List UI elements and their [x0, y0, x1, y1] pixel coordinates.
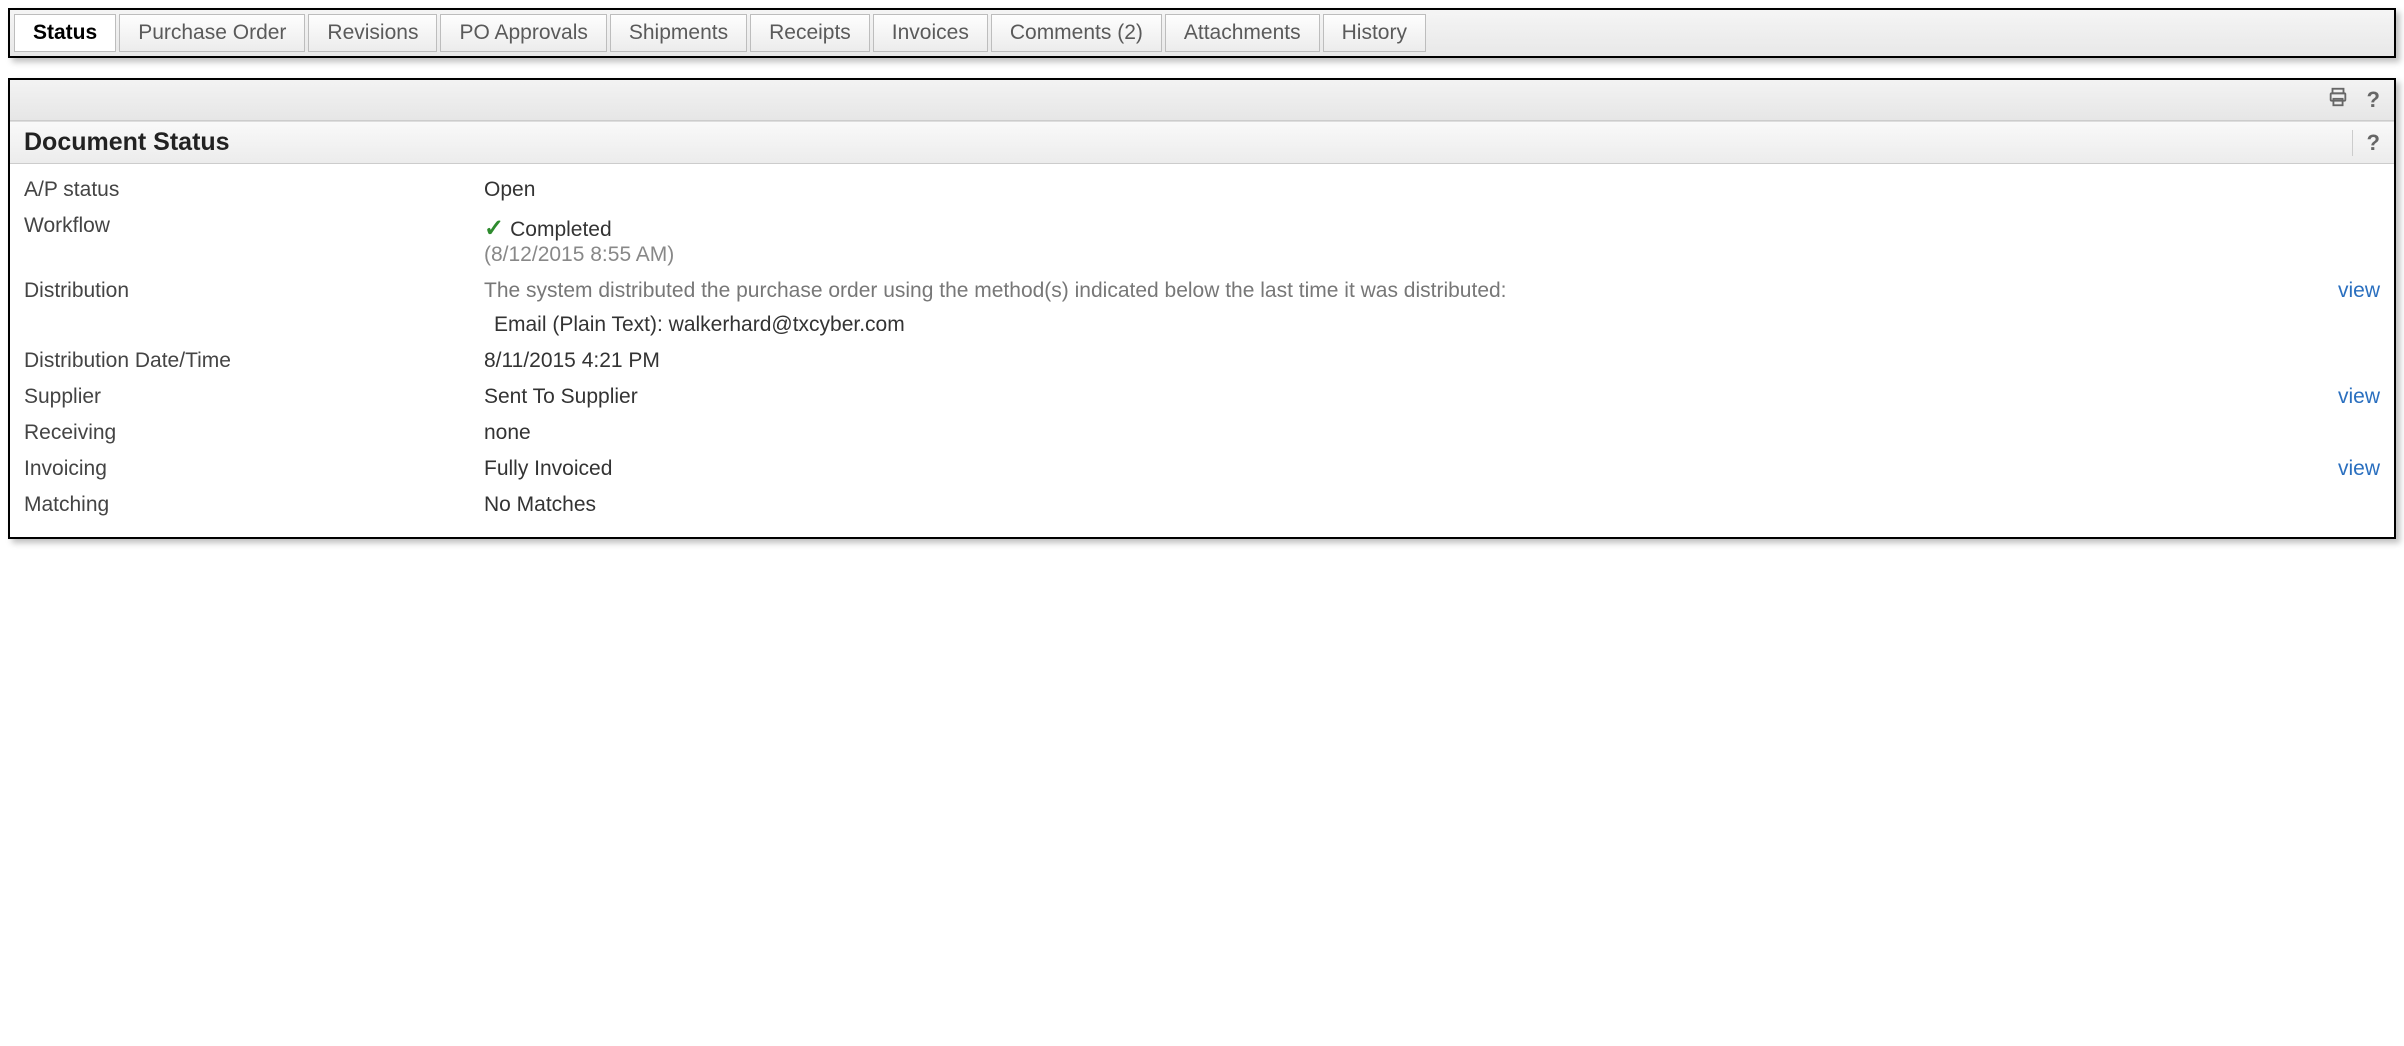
tab-attachments[interactable]: Attachments [1165, 14, 1320, 52]
distribution-method: Email (Plain Text): walkerhard@txcyber.c… [484, 313, 2320, 337]
workflow-timestamp: (8/12/2015 8:55 AM) [484, 243, 674, 266]
value-distribution: The system distributed the purchase orde… [484, 279, 2320, 337]
section-title: Document Status [24, 128, 230, 157]
tab-receipts[interactable]: Receipts [750, 14, 870, 52]
value-ap-status: Open [484, 178, 2320, 202]
value-invoicing: Fully Invoiced [484, 457, 2320, 481]
distribution-view-link[interactable]: view [2338, 279, 2380, 302]
label-invoicing: Invoicing [24, 457, 484, 481]
label-workflow: Workflow [24, 214, 484, 238]
label-distribution-datetime: Distribution Date/Time [24, 349, 484, 373]
panel-help-icon[interactable]: ? [2367, 87, 2380, 113]
invoicing-view-link[interactable]: view [2338, 457, 2380, 480]
distribution-note: The system distributed the purchase orde… [484, 279, 2320, 303]
tab-bar: Status Purchase Order Revisions PO Appro… [8, 8, 2396, 58]
row-invoicing: Invoicing Fully Invoiced view [24, 451, 2380, 487]
tab-revisions[interactable]: Revisions [308, 14, 437, 52]
check-icon: ✓ [484, 215, 504, 242]
row-distribution: Distribution The system distributed the … [24, 273, 2380, 343]
print-icon[interactable] [2327, 86, 2349, 114]
label-supplier: Supplier [24, 385, 484, 409]
row-supplier: Supplier Sent To Supplier view [24, 379, 2380, 415]
value-workflow: ✓ Completed (8/12/2015 8:55 AM) [484, 214, 2320, 267]
tab-invoices[interactable]: Invoices [873, 14, 988, 52]
label-receiving: Receiving [24, 421, 484, 445]
label-matching: Matching [24, 493, 484, 517]
tab-history[interactable]: History [1323, 14, 1426, 52]
section-header: Document Status ? [10, 121, 2394, 164]
value-supplier: Sent To Supplier [484, 385, 2320, 409]
value-receiving: none [484, 421, 2320, 445]
status-panel: ? Document Status ? A/P status Open Work… [8, 78, 2396, 539]
row-matching: Matching No Matches [24, 487, 2380, 523]
tab-purchase-order[interactable]: Purchase Order [119, 14, 305, 52]
workflow-status-text: Completed [510, 218, 612, 241]
row-receiving: Receiving none [24, 415, 2380, 451]
label-ap-status: A/P status [24, 178, 484, 202]
tab-shipments[interactable]: Shipments [610, 14, 747, 52]
value-distribution-datetime: 8/11/2015 4:21 PM [484, 349, 2320, 373]
tab-comments[interactable]: Comments (2) [991, 14, 1162, 52]
status-body: A/P status Open Workflow ✓ Completed (8/1… [10, 164, 2394, 537]
row-distribution-datetime: Distribution Date/Time 8/11/2015 4:21 PM [24, 343, 2380, 379]
tablist: Status Purchase Order Revisions PO Appro… [14, 14, 2390, 52]
row-ap-status: A/P status Open [24, 172, 2380, 208]
tab-status[interactable]: Status [14, 14, 116, 52]
tab-po-approvals[interactable]: PO Approvals [440, 14, 606, 52]
label-distribution: Distribution [24, 279, 484, 303]
section-help-icon[interactable]: ? [2352, 130, 2380, 156]
panel-toolbar: ? [10, 80, 2394, 121]
value-matching: No Matches [484, 493, 2320, 517]
supplier-view-link[interactable]: view [2338, 385, 2380, 408]
row-workflow: Workflow ✓ Completed (8/12/2015 8:55 AM) [24, 208, 2380, 273]
